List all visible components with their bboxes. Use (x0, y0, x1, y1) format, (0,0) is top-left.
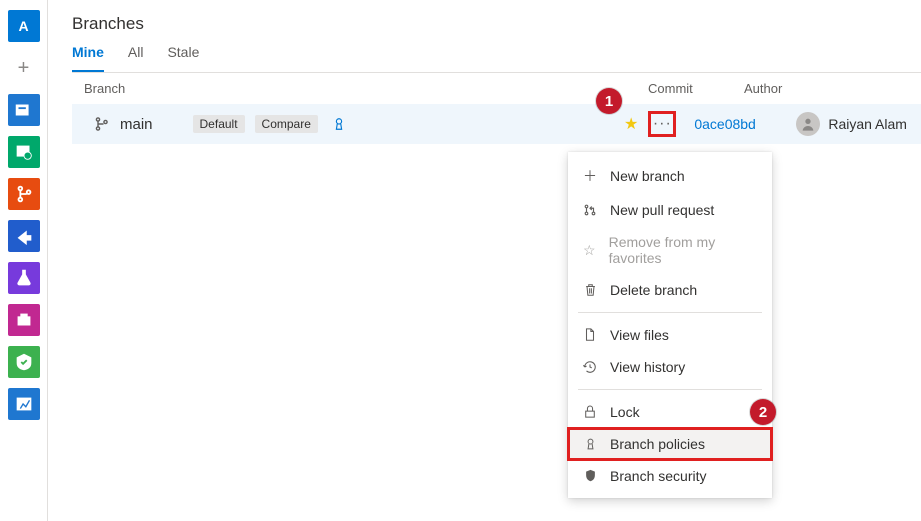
author-avatar-icon (796, 112, 820, 136)
overview-nav-icon[interactable] (8, 94, 40, 126)
menu-label: Delete branch (610, 282, 697, 298)
menu-view-history[interactable]: View history (568, 351, 772, 383)
favorite-star-icon[interactable]: ★ (624, 114, 638, 134)
page-title: Branches (72, 0, 921, 44)
menu-branch-security[interactable]: Branch security (568, 460, 772, 492)
pipelines-nav-icon[interactable] (8, 220, 40, 252)
artifacts-nav-icon[interactable] (8, 304, 40, 336)
boards-nav-icon[interactable] (8, 136, 40, 168)
pull-request-icon (582, 203, 598, 217)
compare-tag: Compare (255, 115, 318, 133)
shield-icon (582, 469, 598, 483)
table-header: Branch Commit Author (72, 73, 921, 104)
lock-icon (582, 405, 598, 419)
file-icon (582, 328, 598, 342)
menu-label: Lock (610, 404, 640, 420)
menu-label: Branch policies (610, 436, 705, 452)
tab-all[interactable]: All (128, 44, 144, 72)
menu-view-files[interactable]: View files (568, 319, 772, 351)
menu-separator (578, 389, 762, 390)
column-author: Author (744, 81, 921, 96)
policy-icon (582, 437, 598, 451)
default-tag: Default (193, 115, 245, 133)
repos-nav-icon[interactable] (8, 178, 40, 210)
commit-link[interactable]: 0ace08bd (694, 116, 756, 132)
column-branch: Branch (84, 81, 624, 96)
menu-label: New pull request (610, 202, 714, 218)
branch-row[interactable]: main Default Compare ★ ··· 0ace08bd Raiy… (72, 104, 921, 144)
menu-label: Remove from my favorites (609, 234, 758, 266)
trash-icon (582, 283, 598, 297)
column-commit: Commit (624, 81, 744, 96)
branch-name[interactable]: main (120, 116, 153, 133)
left-nav-rail: A + (0, 0, 48, 521)
plus-icon: ＋ (582, 166, 598, 186)
menu-delete-branch[interactable]: Delete branch (568, 274, 772, 306)
more-options-button[interactable]: ··· (648, 111, 676, 137)
menu-label: New branch (610, 168, 685, 184)
star-outline-icon: ☆ (582, 242, 597, 259)
branch-context-menu: ＋ New branch New pull request ☆ Remove f… (568, 152, 772, 498)
environments-nav-icon[interactable] (8, 346, 40, 378)
commit-cell: 0ace08bd (676, 116, 796, 132)
author-cell: Raiyan Alam (796, 112, 921, 136)
history-icon (582, 360, 598, 374)
tab-stale[interactable]: Stale (167, 44, 199, 72)
menu-branch-policies[interactable]: Branch policies (568, 428, 772, 460)
branch-cell: main Default Compare (94, 115, 624, 133)
testplans-nav-icon[interactable] (8, 262, 40, 294)
tab-mine[interactable]: Mine (72, 44, 104, 72)
callout-2: 2 (750, 399, 776, 425)
branch-filter-pivot: Mine All Stale (72, 44, 921, 73)
add-icon[interactable]: + (8, 52, 40, 84)
menu-label: View history (610, 359, 685, 375)
menu-new-pr[interactable]: New pull request (568, 194, 772, 226)
menu-separator (578, 312, 762, 313)
menu-label: View files (610, 327, 669, 343)
project-avatar[interactable]: A (8, 10, 40, 42)
dashboards-nav-icon[interactable] (8, 388, 40, 420)
menu-lock[interactable]: Lock (568, 396, 772, 428)
row-actions: ★ ··· (624, 111, 676, 137)
branch-icon (94, 116, 110, 132)
author-name: Raiyan Alam (828, 116, 907, 132)
policy-badge-icon (332, 117, 346, 131)
menu-label: Branch security (610, 468, 706, 484)
menu-new-branch[interactable]: ＋ New branch (568, 158, 772, 194)
main-content: Branches Mine All Stale Branch Commit Au… (48, 0, 921, 521)
callout-1: 1 (596, 88, 622, 114)
menu-remove-favorite: ☆ Remove from my favorites (568, 226, 772, 274)
